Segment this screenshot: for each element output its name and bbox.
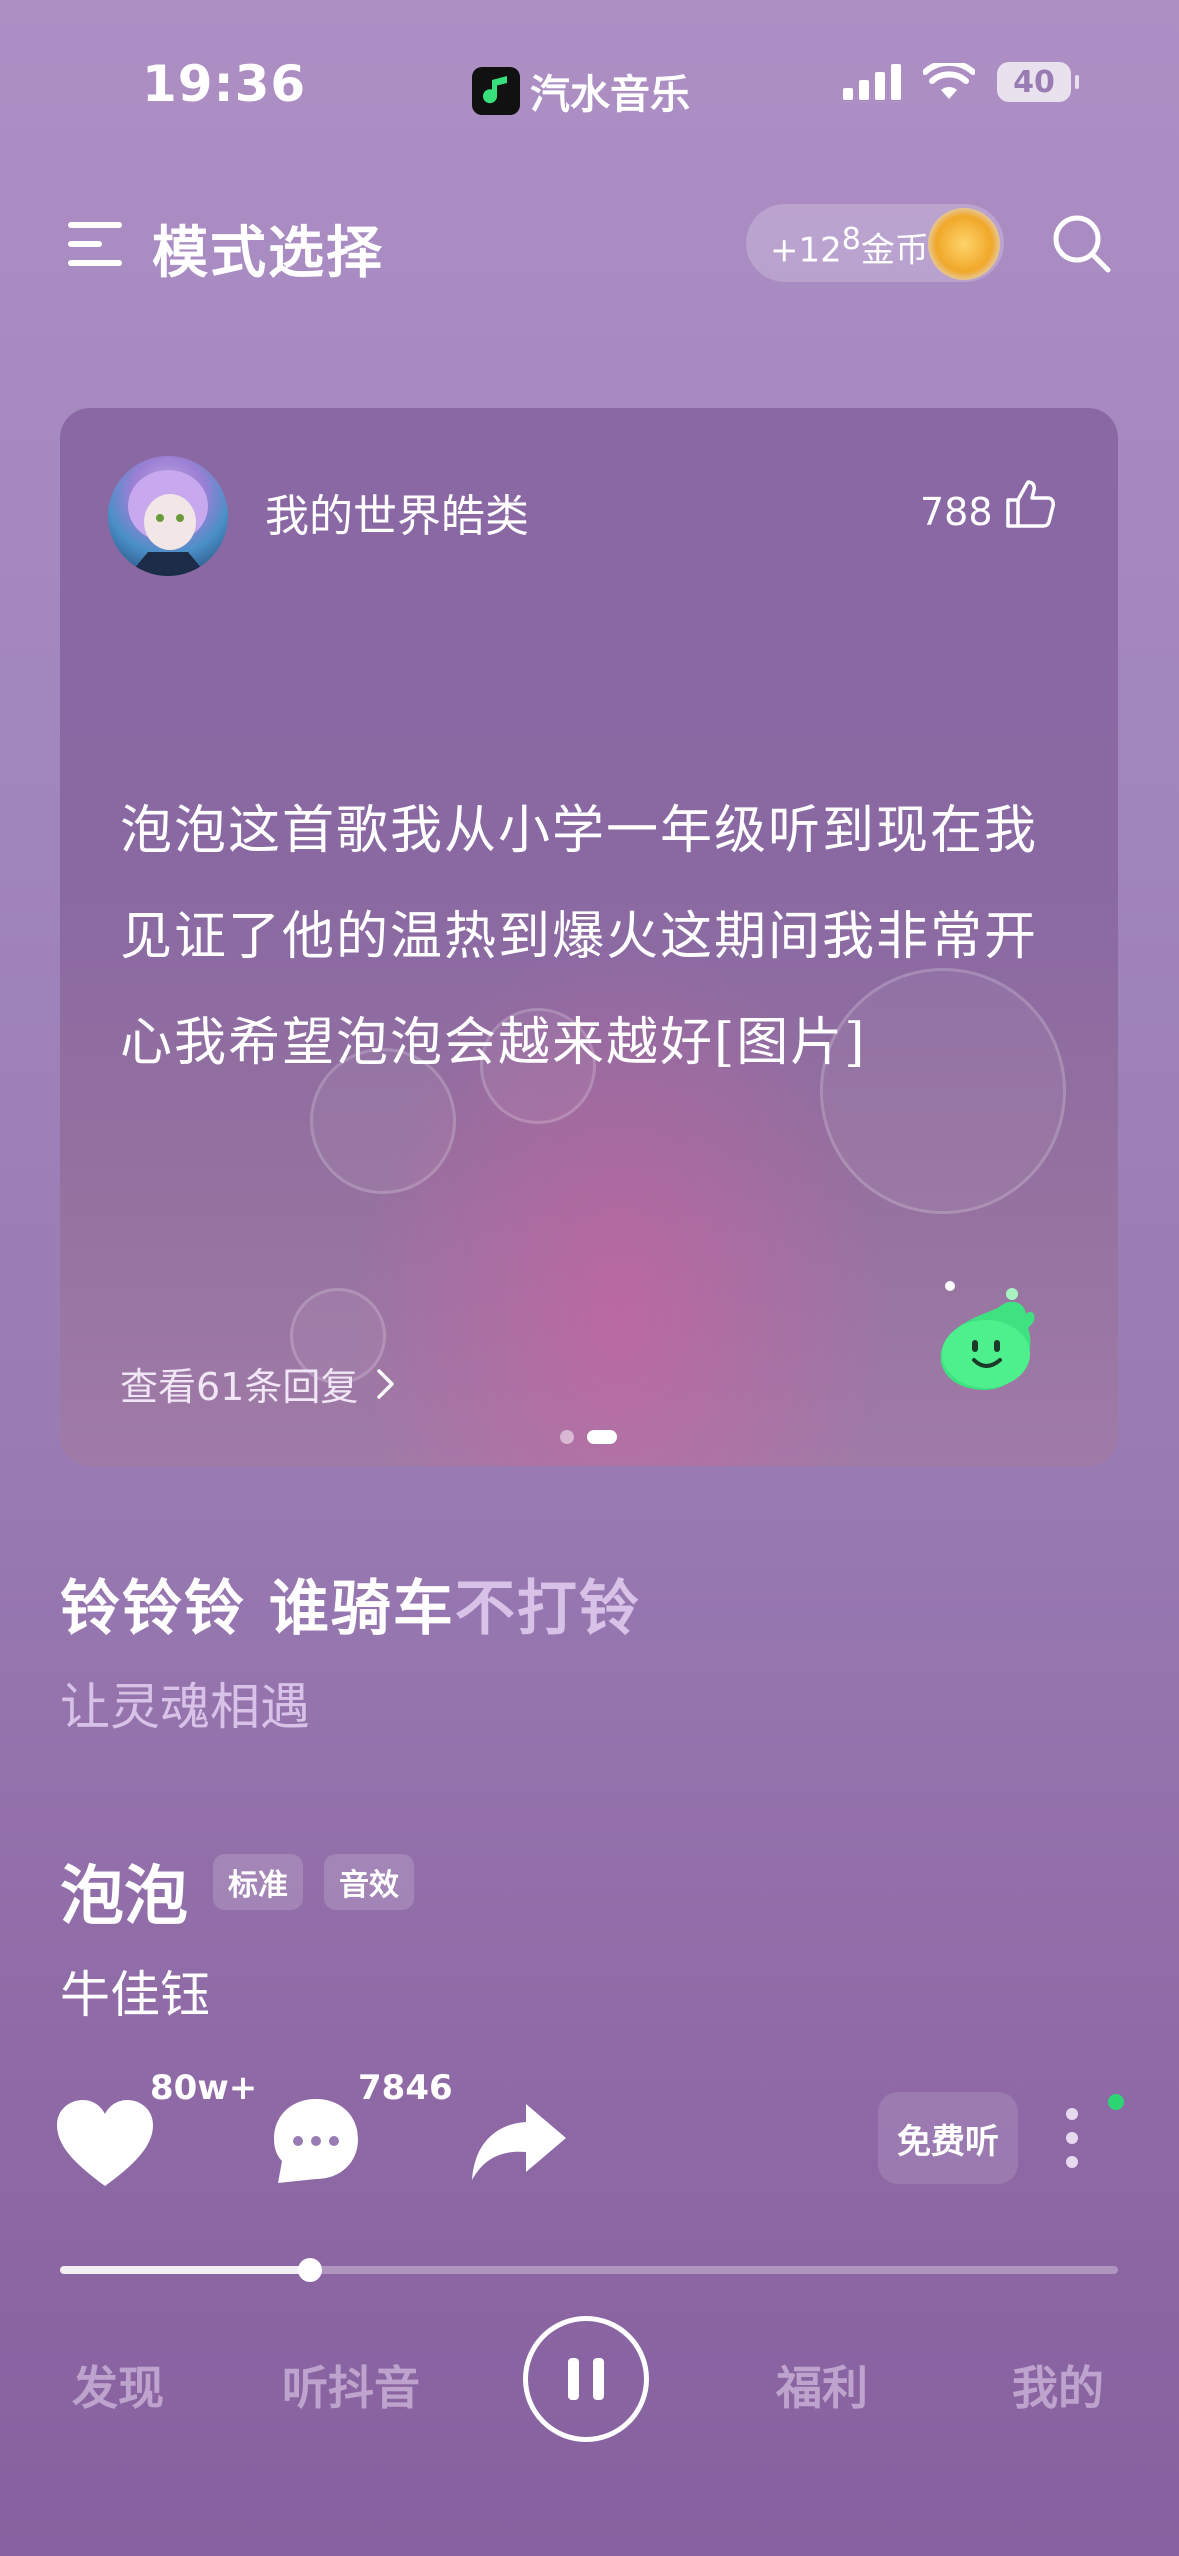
carousel-dot <box>560 1430 574 1444</box>
tab-mine[interactable]: 我的 <box>1012 2352 1104 2418</box>
comment-text: 泡泡这首歌我从小学一年级听到现在我见证了他的温热到爆火这期间我非常开心我希望泡泡… <box>120 801 1039 1073</box>
sound-effect-tag[interactable]: 音效 <box>324 1854 414 1910</box>
quality-tag[interactable]: 标准 <box>213 1854 303 1910</box>
coin-icon[interactable] <box>928 208 1000 280</box>
tab-douyin[interactable]: 听抖音 <box>282 2352 420 2418</box>
coin-prefix: +12 <box>770 230 842 271</box>
comment-count: 7846 <box>358 2068 453 2108</box>
tab-discover[interactable]: 发现 <box>72 2352 164 2418</box>
coin-superscript: 8 <box>841 222 861 257</box>
comment-username[interactable]: 我的世界皓类 <box>265 480 529 544</box>
coin-suffix: 金币 <box>860 230 929 271</box>
mascot-icon[interactable] <box>928 1278 1068 1408</box>
notification-dot <box>1108 2094 1124 2110</box>
comment-card[interactable]: 我的世界皓类 788 泡泡这首歌我从小学一年级听到现在我见证了他的温热到爆火这期… <box>60 408 1118 1466</box>
more-icon[interactable] <box>1060 2106 1084 2170</box>
next-lyric: 让灵魂相遇 <box>60 1678 310 1736</box>
free-listen-button[interactable]: 免费听 <box>878 2092 1018 2184</box>
status-app-name: 汽水音乐 <box>530 72 690 118</box>
song-title[interactable]: 泡泡 <box>60 1845 188 1937</box>
view-replies-link[interactable]: 查看61条回复 <box>120 1356 396 1411</box>
pause-icon <box>568 2358 579 2400</box>
carousel-dot-active <box>587 1430 617 1444</box>
search-icon[interactable] <box>1050 212 1112 274</box>
play-pause-button[interactable] <box>523 2316 649 2442</box>
like-count: 80w+ <box>150 2068 258 2108</box>
battery-indicator: 40 <box>997 62 1079 102</box>
status-indicators: 40 <box>843 62 1079 102</box>
view-replies-label: 查看61条回复 <box>120 1365 359 1409</box>
pause-icon <box>593 2358 604 2400</box>
signal-icon <box>843 64 901 100</box>
status-time: 19:36 <box>142 55 307 113</box>
app-logo-icon <box>472 67 520 115</box>
current-lyric: 铃铃铃 谁骑车不打铃 <box>60 1560 641 1647</box>
comment-like-count: 788 <box>920 490 993 534</box>
heart-icon[interactable] <box>55 2098 155 2188</box>
progress-knob[interactable] <box>297 2258 322 2282</box>
artist-name[interactable]: 牛佳钰 <box>60 1955 210 2027</box>
progress-fill <box>60 2266 310 2274</box>
page-title[interactable]: 模式选择 <box>152 208 384 289</box>
wifi-icon <box>923 63 975 99</box>
lyric-upcoming: 不打铃 <box>454 1574 641 1644</box>
chevron-right-icon <box>377 1368 395 1399</box>
comment-icon[interactable] <box>270 2095 362 2187</box>
tab-welfare[interactable]: 福利 <box>776 2352 868 2418</box>
menu-icon[interactable] <box>68 220 122 268</box>
lyric-sung: 铃铃铃 谁骑车 <box>60 1574 455 1644</box>
avatar[interactable] <box>108 456 228 576</box>
like-icon[interactable] <box>1004 478 1056 530</box>
share-icon[interactable] <box>470 2100 570 2184</box>
coin-reward-text: +128金币 <box>770 222 929 271</box>
status-app-indicator: 汽水音乐 <box>472 62 690 120</box>
